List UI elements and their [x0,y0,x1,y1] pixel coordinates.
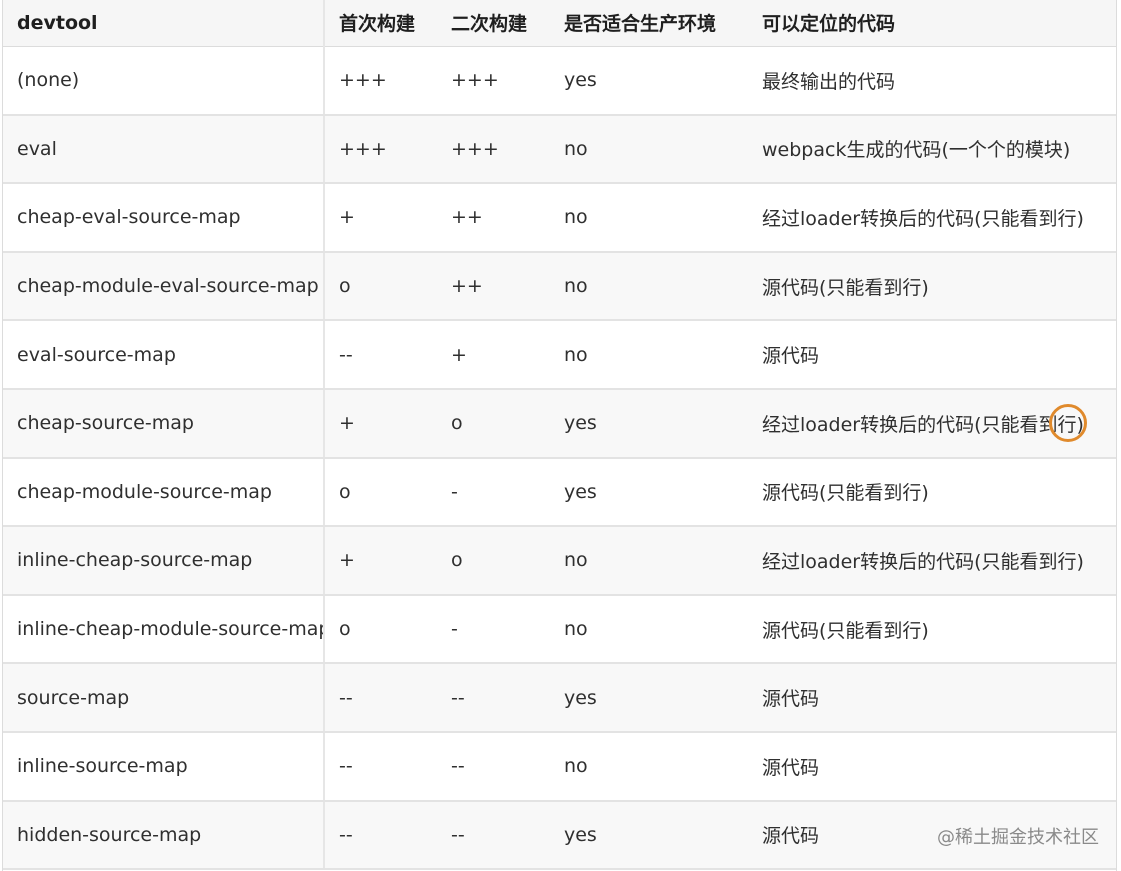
cell-production: yes [550,46,748,116]
table-row: cheap-eval-source-map + ++ no 经过loader转换… [3,183,1116,253]
cell-rebuild: -- [437,731,550,802]
cell-devtool: hidden-source-map [3,800,325,871]
cell-devtool: inline-source-map [3,731,325,802]
cell-rebuild: ++ [437,183,550,253]
devtool-comparison-table-wrapper: devtool 首次构建 二次构建 是否适合生产环境 可以定位的代码 (none… [2,0,1117,871]
cell-locatable-code: 源代码 [748,320,1116,390]
cell-locatable-code: 源代码 [748,663,1116,733]
cell-production: yes [550,663,748,733]
cell-production: no [550,183,748,253]
cell-devtool: inline-cheap-module-source-map [3,594,325,665]
cell-production: no [550,114,748,185]
cell-locatable-code: webpack生成的代码(一个个的模块) [748,114,1116,185]
cell-locatable-code: 源代码(只能看到行) [748,251,1116,322]
cell-devtool: eval [3,114,325,185]
cell-production: yes [550,800,748,871]
cell-production: yes [550,388,748,459]
cell-production: no [550,731,748,802]
cell-rebuild: +++ [437,114,550,185]
cell-first-build: + [324,388,437,459]
header-first-build: 首次构建 [324,0,437,47]
cell-first-build: -- [324,731,437,802]
cell-first-build: + [324,183,437,253]
cell-devtool: cheap-eval-source-map [3,183,325,253]
cell-rebuild: o [437,388,550,459]
cell-first-build: -- [324,663,437,733]
cell-devtool: cheap-module-eval-source-map [3,251,325,322]
cell-rebuild: -- [437,800,550,871]
table-row: inline-source-map -- -- no 源代码 [3,731,1116,802]
cell-production: no [550,594,748,665]
header-rebuild: 二次构建 [437,0,550,47]
cell-devtool: eval-source-map [3,320,325,390]
table-row: cheap-module-eval-source-map o ++ no 源代码… [3,251,1116,322]
cell-devtool: cheap-module-source-map [3,457,325,528]
table-header: devtool 首次构建 二次构建 是否适合生产环境 可以定位的代码 [3,0,1116,47]
cell-devtool: inline-cheap-source-map [3,526,325,596]
cell-production: no [550,526,748,596]
cell-first-build: +++ [324,114,437,185]
cell-first-build: + [324,526,437,596]
cell-rebuild: +++ [437,46,550,116]
cell-locatable-code: 最终输出的代码 [748,46,1116,116]
cell-first-build: o [324,251,437,322]
cell-locatable-code: 源代码 [748,731,1116,802]
devtool-comparison-table: devtool 首次构建 二次构建 是否适合生产环境 可以定位的代码 (none… [3,0,1116,871]
cell-rebuild: - [437,457,550,528]
header-row: devtool 首次构建 二次构建 是否适合生产环境 可以定位的代码 [3,0,1116,47]
cell-rebuild: ++ [437,251,550,322]
cell-production: no [550,320,748,390]
cell-locatable-code: 源代码(只能看到行) [748,457,1116,528]
cell-production: yes [550,457,748,528]
table-row: eval +++ +++ no webpack生成的代码(一个个的模块) [3,114,1116,185]
table-row: eval-source-map -- + no 源代码 [3,320,1116,390]
header-devtool: devtool [3,0,325,47]
cell-devtool: cheap-source-map [3,388,325,459]
table-row: inline-cheap-module-source-map o - no 源代… [3,594,1116,665]
table-row: cheap-module-source-map o - yes 源代码(只能看到… [3,457,1116,528]
header-production-suitable: 是否适合生产环境 [550,0,748,47]
cell-first-build: +++ [324,46,437,116]
cell-first-build: o [324,457,437,528]
cell-locatable-code: 经过loader转换后的代码(只能看到行) [748,388,1116,459]
cell-locatable-code: 经过loader转换后的代码(只能看到行) [748,526,1116,596]
cell-locatable-code: 经过loader转换后的代码(只能看到行) [748,183,1116,253]
table-row: (none) +++ +++ yes 最终输出的代码 [3,46,1116,116]
table-body: (none) +++ +++ yes 最终输出的代码 eval +++ +++ … [3,46,1116,871]
cell-rebuild: - [437,594,550,665]
cell-first-build: -- [324,800,437,871]
cell-devtool: source-map [3,663,325,733]
cell-rebuild: -- [437,663,550,733]
watermark: @稀土掘金技术社区 [937,827,1099,848]
table-row: source-map -- -- yes 源代码 [3,663,1116,733]
cell-rebuild: o [437,526,550,596]
header-locatable-code: 可以定位的代码 [748,0,1116,47]
cell-production: no [550,251,748,322]
cell-first-build: -- [324,320,437,390]
table-row: inline-cheap-source-map + o no 经过loader转… [3,526,1116,596]
cell-rebuild: + [437,320,550,390]
table-row: cheap-source-map + o yes 经过loader转换后的代码(… [3,388,1116,459]
cell-devtool: (none) [3,46,325,116]
cell-first-build: o [324,594,437,665]
cell-locatable-code: 源代码(只能看到行) [748,594,1116,665]
